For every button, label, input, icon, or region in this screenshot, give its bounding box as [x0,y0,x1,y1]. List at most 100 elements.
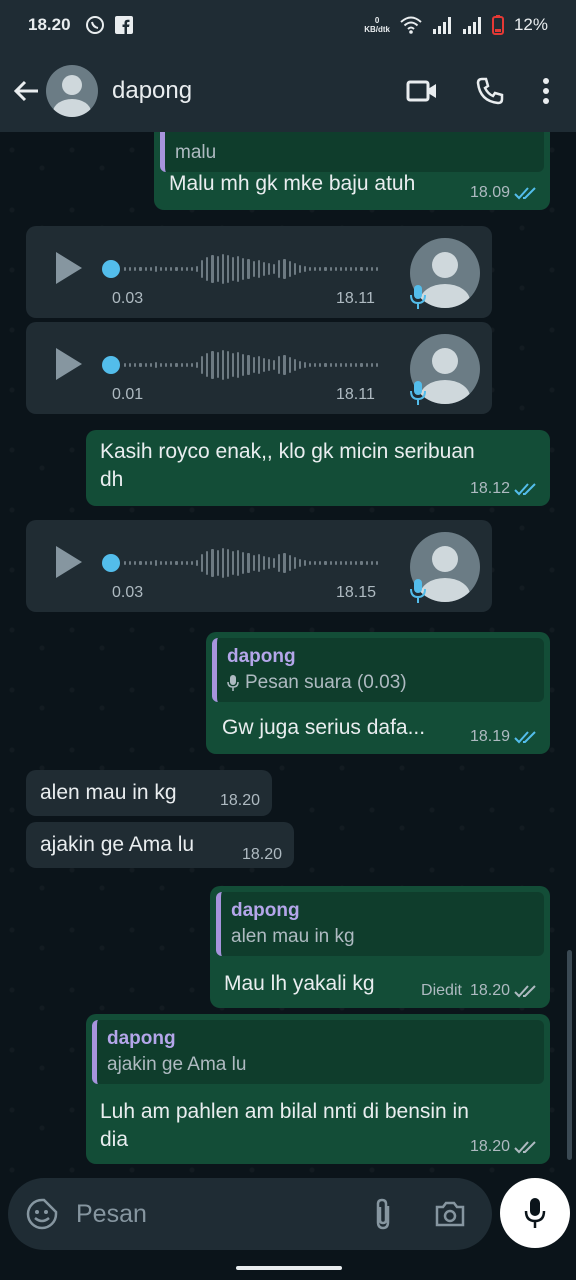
waveform-bar [134,363,137,367]
message-outgoing[interactable]: malu Malu mh gk mke baju atuh 18.09 [154,132,550,210]
message-outgoing[interactable]: dapong alen mau in kg Mau lh yakali kg D… [210,886,550,1008]
quoted-message[interactable]: dapong Pesan suara (0.03) [212,638,544,702]
waveform-bar [355,561,358,565]
emoji-sticker-icon[interactable] [26,1198,58,1230]
scrollbar[interactable] [567,950,572,1160]
waveform-bar [334,561,337,565]
status-bar: 18.20 0 KB/dtk 12% [0,0,576,50]
mic-icon [524,1198,546,1228]
message-time: 18.15 [336,584,377,601]
voice-message[interactable]: 0.01 18.11 [26,322,492,414]
waveform-bar [221,548,224,578]
message-incoming[interactable]: alen mau in kg 18.20 [26,770,272,816]
delivered-receipt-icon [514,1141,536,1154]
waveform-bar [262,556,265,570]
waveform-bar [309,363,312,367]
play-icon[interactable] [56,348,82,380]
message-time: 18.20 [469,982,510,999]
voice-message[interactable]: 0.03 18.15 [26,520,492,612]
message-text: ajakin ge Ama lu [40,833,195,856]
contact-avatar[interactable] [46,65,98,117]
waveform[interactable] [124,248,379,290]
waveform-bar [365,267,368,271]
waveform-bar [221,350,224,380]
waveform-bar [345,267,348,271]
message-input[interactable]: Pesan [76,1200,147,1229]
waveform-bar [309,561,312,565]
back-arrow-icon[interactable] [12,79,40,103]
contact-name[interactable]: dapong [112,77,192,105]
waveform-bar [216,550,219,576]
waveform-bar [293,359,296,371]
waveform-bar [165,267,168,271]
waveform-bar [175,267,178,271]
attach-icon[interactable] [372,1198,394,1230]
home-indicator[interactable] [236,1266,342,1270]
message-outgoing[interactable]: dapong Pesan suara (0.03) Gw juga serius… [206,632,550,754]
camera-icon[interactable] [434,1200,466,1228]
mic-icon [410,381,426,405]
waveform-bar [303,362,307,368]
message-time: 18.12 [469,480,510,497]
waveform-bar [319,363,322,367]
quoted-message[interactable]: dapong alen mau in kg [216,892,544,956]
waveform-bar [149,561,152,565]
waveform-bar [242,354,245,376]
waveform-bar [262,262,265,276]
message-incoming[interactable]: ajakin ge Ama lu 18.20 [26,822,294,868]
message-text-line: dia [100,1128,129,1151]
quoted-message[interactable]: dapong ajakin ge Ama lu [92,1020,544,1084]
waveform-bar [324,561,327,565]
voice-message[interactable]: 0.03 18.11 [26,226,492,318]
playback-slider[interactable] [102,356,120,374]
playback-slider[interactable] [102,260,120,278]
waveform-bar [124,363,127,367]
waveform-bar [201,356,204,374]
quoted-message[interactable]: malu [160,132,544,172]
voice-duration: 0.03 [112,584,144,601]
message-input-bar[interactable]: Pesan [8,1178,492,1250]
waveform-bar [303,266,307,272]
message-text: Gw juga serius dafa... [222,716,426,739]
waveform-bar [226,255,229,283]
edited-label: Diedit [421,982,462,999]
waveform-bar [252,555,255,571]
whatsapp-notification-icon [85,16,104,34]
message-outgoing[interactable]: Kasih royco enak,, klo gk micin seribuan… [86,430,550,506]
waveform-bar [283,259,286,279]
message-outgoing[interactable]: dapong ajakin ge Ama lu Luh am pahlen am… [86,1014,550,1164]
playback-slider[interactable] [102,554,120,572]
record-voice-button[interactable] [500,1178,570,1248]
chat-area[interactable]: malu Malu mh gk mke baju atuh 18.09 0.03… [0,132,576,1178]
voice-call-icon[interactable] [476,77,504,105]
waveform-bar [195,362,199,368]
waveform-bar [370,561,373,565]
waveform-bar [355,267,358,271]
waveform-bar [129,561,132,565]
waveform-bar [319,267,322,271]
waveform-bar [375,363,379,367]
waveform-bar [324,363,327,367]
waveform-bar [139,561,142,565]
waveform-bar [237,550,240,576]
waveform-bar [237,352,240,378]
read-receipt-icon [514,187,536,200]
waveform[interactable] [124,542,379,584]
battery-level: 12% [513,15,548,34]
waveform-bar [144,363,147,367]
waveform-bar [175,363,178,367]
message-time: 18.11 [336,386,375,403]
waveform-bar [195,560,199,566]
waveform[interactable] [124,344,379,386]
waveform-bar [257,554,260,572]
play-icon[interactable] [56,252,82,284]
video-call-icon[interactable] [406,79,438,103]
more-options-icon[interactable] [542,78,550,104]
message-text: Mau lh yakali kg [224,972,375,995]
message-time: 18.20 [469,1138,510,1155]
waveform-bar [370,363,373,367]
play-icon[interactable] [56,546,82,578]
waveform-bar [149,267,152,271]
waveform-bar [298,265,301,273]
network-speed-value: 0 [374,16,380,25]
